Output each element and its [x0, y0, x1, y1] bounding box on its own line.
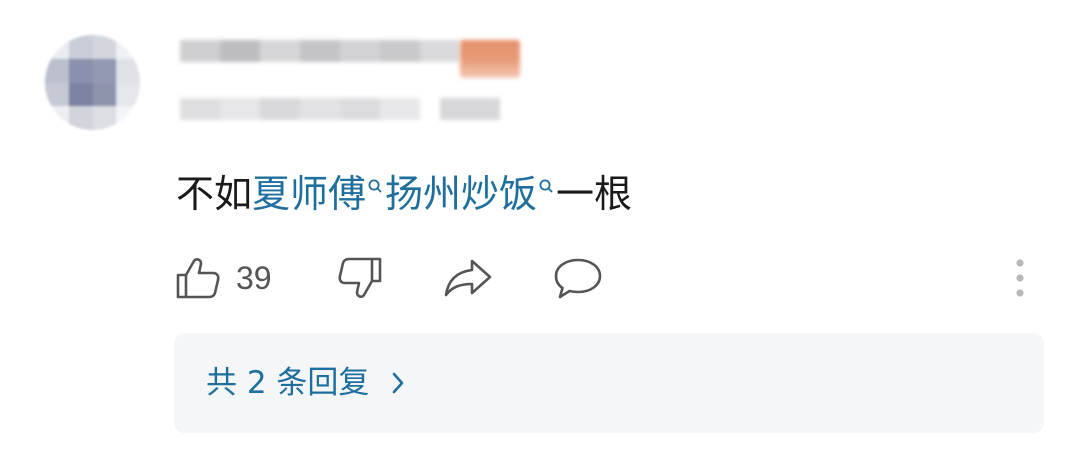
- comment-text-segment: 一根: [556, 172, 633, 216]
- keyword-link[interactable]: 扬州炒饭: [385, 172, 537, 216]
- comment-text: 不如夏师傅 扬州炒饭 一根: [176, 168, 632, 220]
- avatar[interactable]: [45, 35, 140, 130]
- like-button[interactable]: 39: [174, 255, 272, 301]
- more-vertical-icon[interactable]: [1010, 258, 1030, 298]
- comment-meta: [180, 98, 500, 120]
- reply-button[interactable]: [552, 255, 604, 301]
- thumbs-down-icon: [338, 257, 382, 298]
- view-replies-button[interactable]: 共 2 条回复: [174, 333, 1044, 433]
- search-icon[interactable]: [367, 177, 383, 197]
- keyword-link[interactable]: 夏师傅: [252, 172, 366, 216]
- share-icon: [444, 259, 492, 297]
- comment-icon: [554, 258, 602, 299]
- search-icon[interactable]: [538, 177, 554, 197]
- level-badge: [460, 40, 520, 78]
- replies-label: 共 2 条回复: [206, 365, 370, 401]
- chevron-right-icon: [392, 372, 404, 394]
- dislike-button[interactable]: [336, 255, 384, 301]
- comment-text-segment: 不如: [176, 172, 253, 216]
- share-button[interactable]: [442, 255, 494, 301]
- username[interactable]: [180, 40, 460, 62]
- thumbs-up-icon: [176, 258, 220, 299]
- like-count: 39: [236, 259, 272, 296]
